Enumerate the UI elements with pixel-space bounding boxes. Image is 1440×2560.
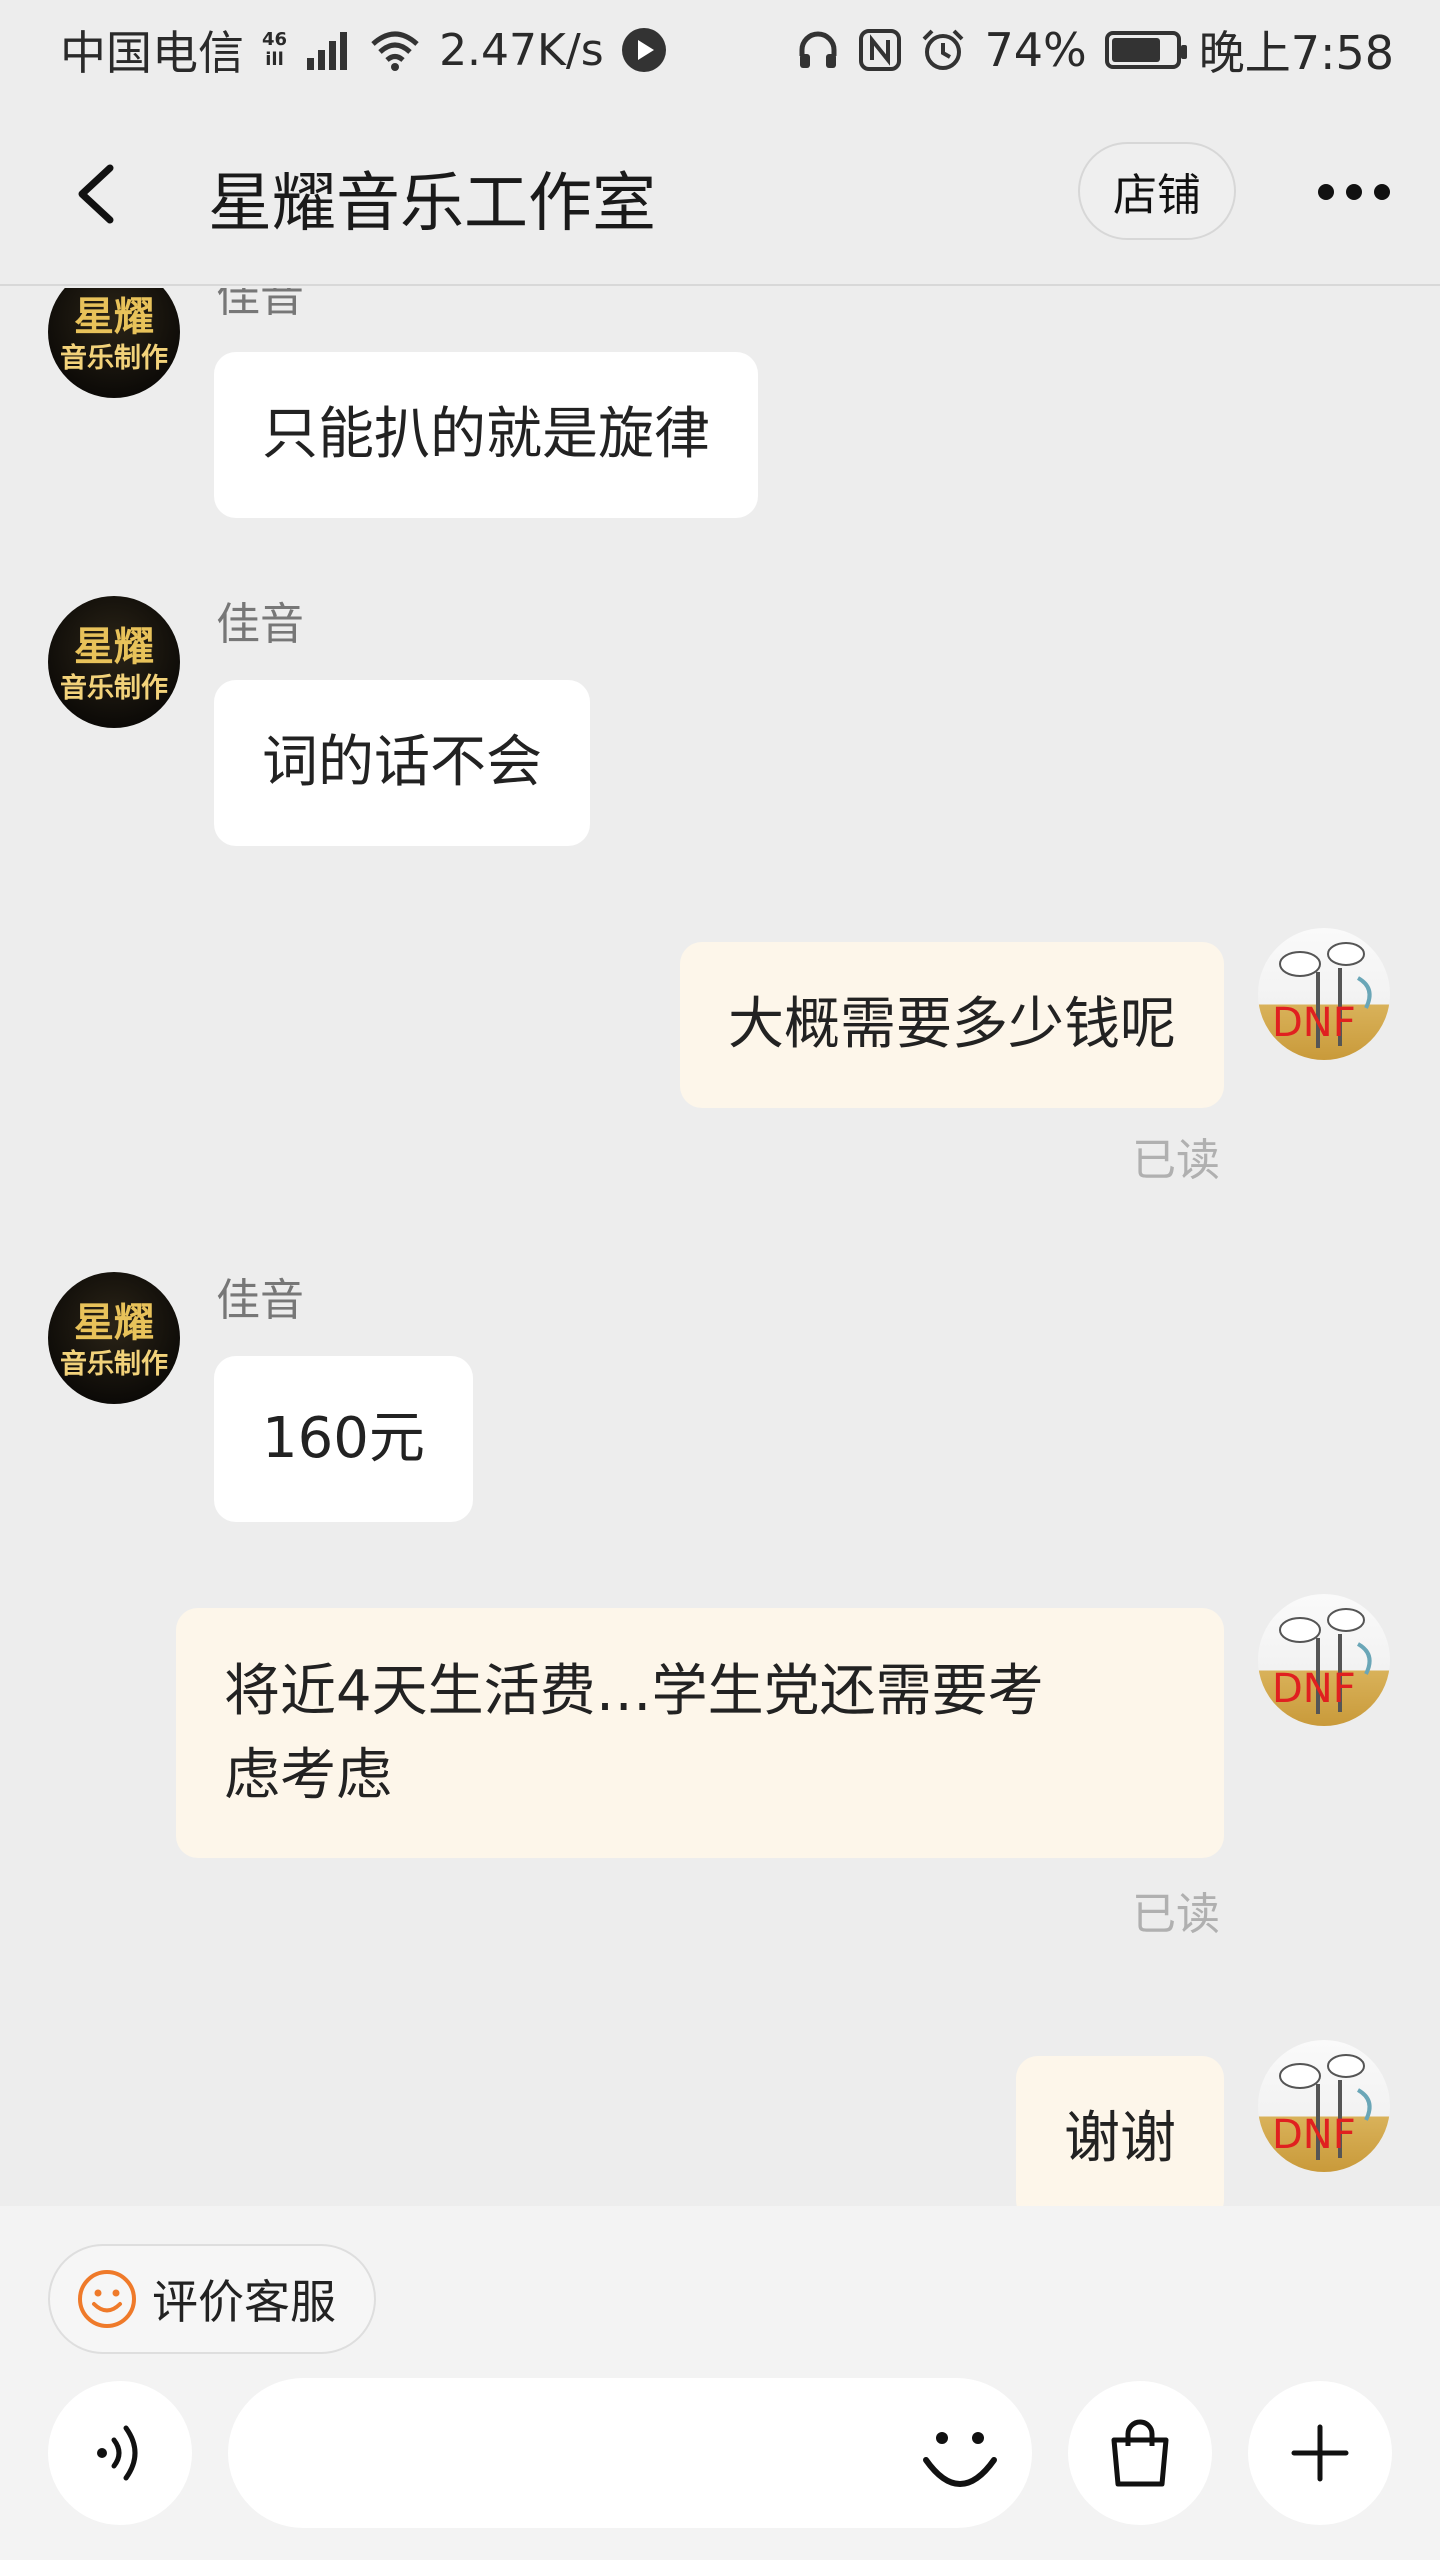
nfc-icon (859, 29, 902, 71)
plus-icon (1291, 2424, 1349, 2482)
alarm-icon (923, 29, 964, 70)
status-bar: 中国电信 46 ill 2.47K/s 74% 晚上7:58 (0, 0, 1440, 100)
clock: 晚上7:58 (1198, 26, 1394, 80)
network-type: 46 ill (262, 29, 288, 70)
rate-service-label: 评价客服 (152, 2275, 336, 2329)
input-area: 评价客服 (0, 2206, 1440, 2560)
shopping-bag-icon (1111, 2419, 1169, 2487)
voice-icon (97, 2425, 138, 2481)
shop-button[interactable]: 店铺 (1078, 142, 1236, 240)
svg-text:DNF: DNF (1272, 2112, 1356, 2158)
message-list[interactable]: 星耀 音乐制作 佳音 只能扒的就是旋律 星耀 音乐制作 佳音 词的话不会 大概需… (0, 288, 1440, 2206)
message-outgoing: 将近4天生活费…学生党还需要考 虑考虑 DNF 已读 (0, 1594, 1440, 1940)
user-avatar[interactable]: DNF (1258, 1594, 1390, 1726)
message-bubble[interactable]: 只能扒的就是旋律 (214, 352, 758, 518)
more-actions-button[interactable] (1248, 2381, 1392, 2525)
wifi-icon (371, 31, 419, 71)
network-speed: 2.47K/s (439, 24, 604, 76)
battery-percent: 74% (984, 23, 1087, 77)
more-icon[interactable] (1316, 180, 1392, 204)
sender-name: 佳音 (216, 599, 304, 650)
page-title: 星耀音乐工作室 (208, 167, 656, 241)
headphones-icon (799, 31, 837, 68)
shop-avatar[interactable]: 星耀 音乐制作 (48, 596, 180, 728)
svg-text:DNF: DNF (1272, 1666, 1356, 1712)
message-bubble[interactable]: 将近4天生活费…学生党还需要考 虑考虑 (176, 1608, 1224, 1858)
shop-avatar[interactable]: 星耀 音乐制作 (48, 288, 180, 398)
svg-text:DNF: DNF (1272, 1000, 1356, 1046)
product-button[interactable] (1068, 2381, 1212, 2525)
signal-icon (307, 32, 348, 70)
message-input[interactable] (228, 2378, 1032, 2528)
message-incoming: 星耀 音乐制作 佳音 词的话不会 (0, 588, 1440, 848)
play-icon (621, 28, 666, 72)
message-outgoing: 大概需要多少钱呢 DNF 已读 (0, 928, 1440, 1188)
rate-service-button[interactable]: 评价客服 (48, 2244, 376, 2354)
smiley-icon (78, 2270, 136, 2328)
read-status: 已读 (1132, 1135, 1220, 1186)
message-bubble[interactable]: 大概需要多少钱呢 (680, 942, 1224, 1108)
carrier-label: 中国电信 (60, 26, 244, 80)
emoji-icon[interactable] (918, 2416, 1002, 2500)
message-incoming: 星耀 音乐制作 佳音 160元 (0, 1264, 1440, 1524)
user-avatar[interactable]: DNF (1258, 928, 1390, 1060)
voice-button[interactable] (48, 2381, 192, 2525)
message-outgoing: 谢谢 DNF (0, 2040, 1440, 2206)
message-text-line: 虑考虑 (224, 1743, 392, 1808)
message-bubble[interactable]: 谢谢 (1016, 2056, 1224, 2206)
user-avatar[interactable]: DNF (1258, 2040, 1390, 2172)
sender-name: 佳音 (216, 1275, 304, 1326)
message-bubble[interactable]: 160元 (214, 1356, 473, 1522)
back-icon[interactable] (68, 162, 128, 226)
sender-name: 佳音 (216, 288, 304, 322)
battery-icon (1104, 31, 1187, 69)
shop-avatar[interactable]: 星耀 音乐制作 (48, 1272, 180, 1404)
message-text-line: 将近4天生活费…学生党还需要考 (224, 1659, 1044, 1724)
message-incoming: 星耀 音乐制作 佳音 只能扒的就是旋律 (0, 288, 1440, 528)
message-bubble[interactable]: 词的话不会 (214, 680, 590, 846)
read-status: 已读 (1132, 1889, 1220, 1940)
chat-header: 星耀音乐工作室 店铺 (0, 100, 1440, 286)
